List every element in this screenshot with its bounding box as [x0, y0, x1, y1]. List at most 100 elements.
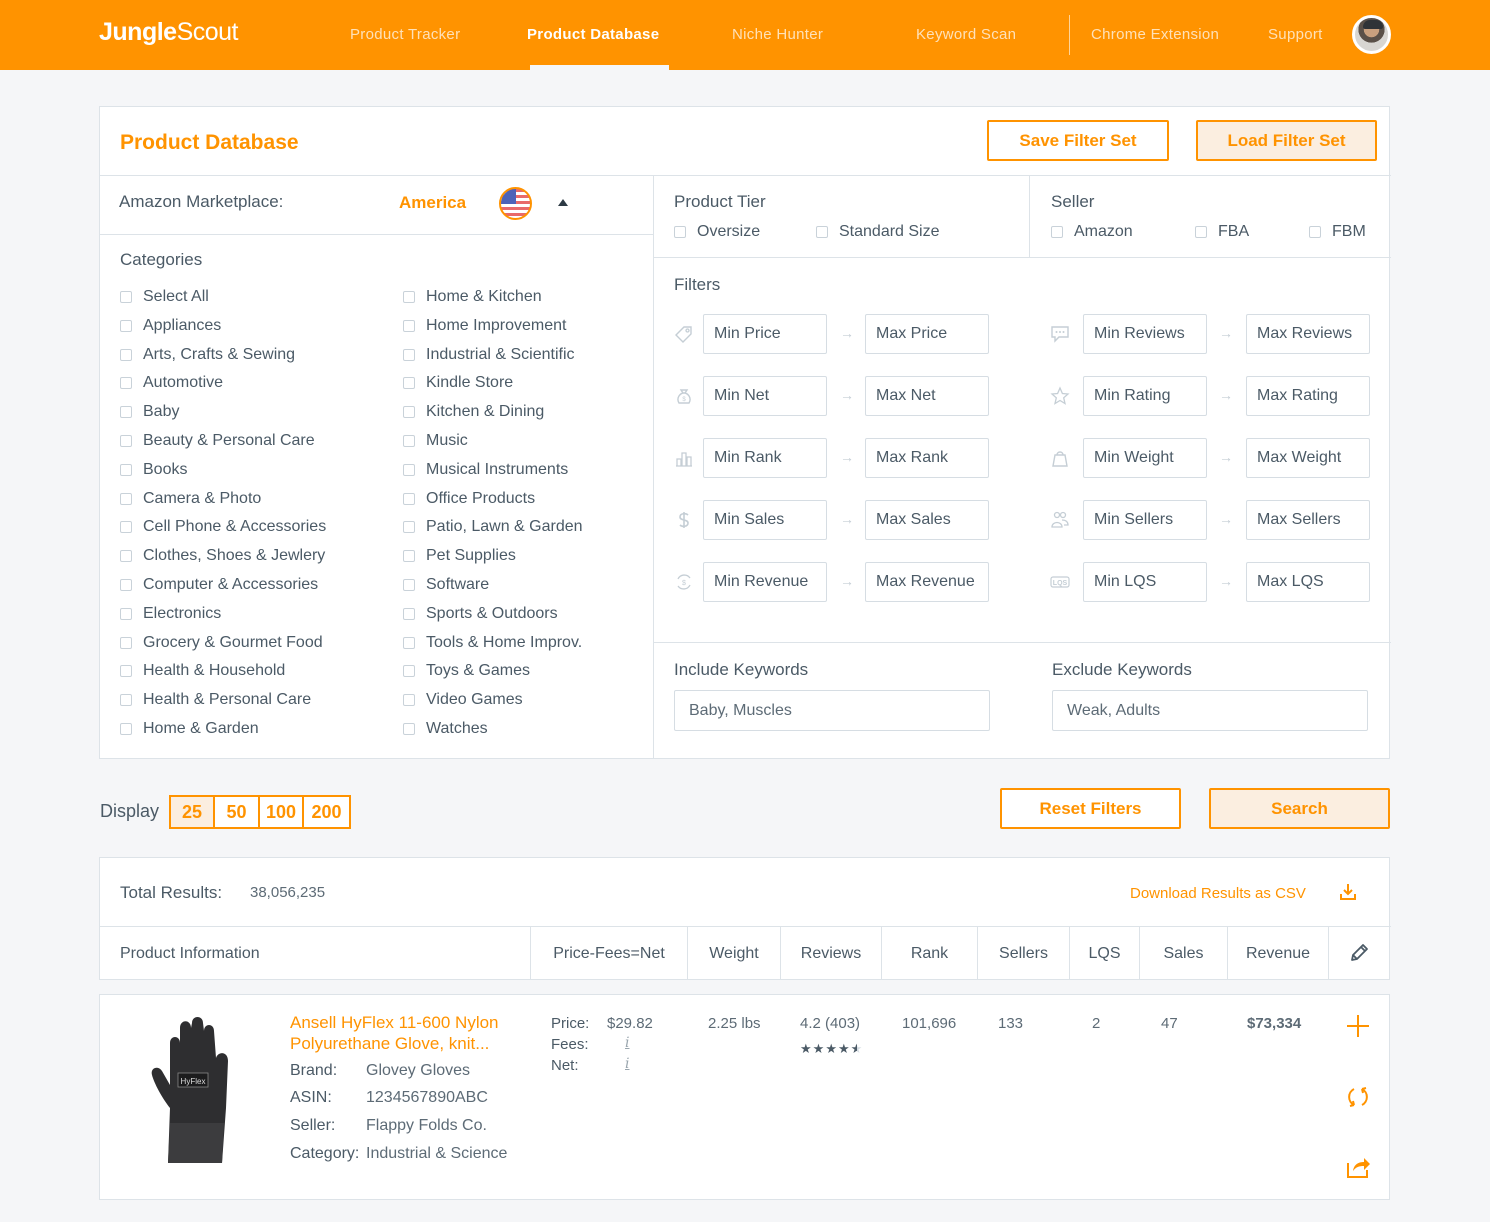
download-csv-link[interactable]: Download Results as CSV: [1130, 885, 1306, 902]
load-filter-set-button[interactable]: Load Filter Set: [1196, 120, 1377, 161]
checkbox-box[interactable]: [403, 377, 415, 390]
category-checkbox-item[interactable]: Kitchen & Dining: [403, 403, 544, 421]
nav-product-database[interactable]: Product Database: [527, 26, 659, 43]
checkbox-box[interactable]: [403, 723, 415, 735]
category-checkbox-item[interactable]: Industrial & Scientific: [403, 346, 575, 364]
checkbox-box[interactable]: [120, 579, 132, 591]
column-header-weight[interactable]: Weight: [688, 927, 781, 980]
fees-info-icon[interactable]: i: [625, 1035, 629, 1051]
checkbox-box[interactable]: [120, 348, 132, 361]
checkbox-box[interactable]: [1051, 226, 1063, 238]
nav-keyword-scan[interactable]: Keyword Scan: [916, 26, 1016, 43]
save-filter-set-button[interactable]: Save Filter Set: [987, 120, 1169, 161]
category-checkbox-item[interactable]: Tools & Home Improv.: [403, 634, 582, 652]
category-checkbox-item[interactable]: Grocery & Gourmet Food: [120, 634, 323, 652]
nav-niche-hunter[interactable]: Niche Hunter: [732, 26, 823, 43]
product-image-glove[interactable]: HyFlex: [148, 1013, 234, 1178]
checkbox-box[interactable]: [816, 226, 828, 238]
checkbox-box[interactable]: [403, 406, 415, 419]
checkbox-box[interactable]: [403, 579, 415, 591]
category-checkbox-item[interactable]: Home Improvement: [403, 317, 567, 335]
category-checkbox-item[interactable]: Health & Personal Care: [120, 691, 311, 709]
category-checkbox-item[interactable]: Toys & Games: [403, 662, 530, 680]
checkbox-box[interactable]: [403, 550, 415, 563]
category-checkbox-item[interactable]: Video Games: [403, 691, 523, 709]
checkbox-box[interactable]: [403, 492, 415, 505]
nav-chrome-extension[interactable]: Chrome Extension: [1091, 26, 1219, 43]
checkbox-box[interactable]: [120, 492, 132, 505]
checkbox-box[interactable]: [403, 291, 415, 303]
column-header-product-information[interactable]: Product Information: [100, 927, 531, 980]
exclude-keywords-input[interactable]: Weak, Adults: [1052, 690, 1368, 731]
us-flag-icon[interactable]: [499, 187, 532, 220]
checkbox-box[interactable]: [403, 665, 415, 678]
column-header-price-fees-net[interactable]: Price-Fees=Net: [531, 927, 688, 980]
category-checkbox-item[interactable]: Computer & Accessories: [120, 576, 318, 594]
checkbox-box[interactable]: [120, 694, 132, 707]
category-checkbox-item[interactable]: Musical Instruments: [403, 461, 568, 479]
checkbox-box[interactable]: [403, 521, 415, 534]
column-header-revenue[interactable]: Revenue: [1228, 927, 1329, 980]
category-checkbox-item[interactable]: Music: [403, 432, 468, 450]
checkbox-box[interactable]: [403, 694, 415, 707]
product-title-line2[interactable]: Polyurethane Glove, knit...: [290, 1034, 489, 1054]
checkbox-oversize[interactable]: Oversize: [674, 223, 760, 241]
category-checkbox-item[interactable]: Software: [403, 576, 489, 594]
checkbox-fbm[interactable]: FBM: [1309, 223, 1366, 241]
nav-support[interactable]: Support: [1268, 26, 1323, 43]
category-checkbox-item[interactable]: Patio, Lawn & Garden: [403, 518, 583, 536]
product-title-line1[interactable]: Ansell HyFlex 11-600 Nylon: [290, 1013, 499, 1033]
filter-min-input[interactable]: Min Sellers: [1083, 500, 1207, 540]
category-checkbox-item[interactable]: Appliances: [120, 317, 221, 335]
filter-max-input[interactable]: Max Rank: [865, 438, 989, 478]
checkbox-box[interactable]: [674, 226, 686, 238]
checkbox-box[interactable]: [120, 463, 132, 476]
filter-max-input[interactable]: Max Sellers: [1246, 500, 1370, 540]
user-avatar[interactable]: [1352, 15, 1391, 54]
checkbox-box[interactable]: [1195, 226, 1207, 238]
category-checkbox-item[interactable]: Books: [120, 461, 187, 479]
column-header-sellers[interactable]: Sellers: [978, 927, 1070, 980]
share-icon[interactable]: [1345, 1153, 1371, 1179]
category-checkbox-item[interactable]: Clothes, Shoes & Jewlery: [120, 547, 325, 565]
add-to-tracker-plus-icon[interactable]: [1345, 1013, 1371, 1039]
filter-min-input[interactable]: Min Sales: [703, 500, 827, 540]
category-checkbox-item[interactable]: Camera & Photo: [120, 490, 261, 508]
filter-min-input[interactable]: Min Rating: [1083, 376, 1207, 416]
category-checkbox-item[interactable]: Kindle Store: [403, 374, 513, 392]
filter-min-input[interactable]: Min Rank: [703, 438, 827, 478]
category-checkbox-item[interactable]: Cell Phone & Accessories: [120, 518, 326, 536]
column-header-reviews[interactable]: Reviews: [781, 927, 882, 980]
filter-max-input[interactable]: Max Weight: [1246, 438, 1370, 478]
category-checkbox-item[interactable]: Home & Kitchen: [403, 288, 542, 306]
checkbox-box[interactable]: [403, 607, 415, 620]
checkbox-box[interactable]: [120, 636, 132, 649]
filter-max-input[interactable]: Max LQS: [1246, 562, 1370, 602]
jungle-scout-logo[interactable]: JungleScout: [99, 18, 239, 47]
filter-min-input[interactable]: Min Weight: [1083, 438, 1207, 478]
checkbox-box[interactable]: [403, 636, 415, 649]
net-info-icon[interactable]: i: [625, 1056, 629, 1072]
filter-max-input[interactable]: Max Reviews: [1246, 314, 1370, 354]
checkbox-box[interactable]: [120, 723, 132, 735]
checkbox-box[interactable]: [403, 463, 415, 476]
column-header-sales[interactable]: Sales: [1140, 927, 1228, 980]
checkbox-box[interactable]: [403, 319, 415, 332]
filter-max-input[interactable]: Max Rating: [1246, 376, 1370, 416]
download-icon[interactable]: [1338, 882, 1358, 902]
edit-columns-pencil-icon[interactable]: [1348, 942, 1370, 964]
category-checkbox-item[interactable]: Electronics: [120, 605, 221, 623]
category-checkbox-item[interactable]: Beauty & Personal Care: [120, 432, 315, 450]
column-header-lqs[interactable]: LQS: [1070, 927, 1140, 980]
checkbox-box[interactable]: [403, 435, 415, 447]
include-keywords-input[interactable]: Baby, Muscles: [674, 690, 990, 731]
checkbox-box[interactable]: [120, 291, 132, 303]
category-checkbox-item[interactable]: Select All: [120, 288, 209, 306]
checkbox-box[interactable]: [120, 521, 132, 534]
filter-max-input[interactable]: Max Revenue: [865, 562, 989, 602]
checkbox-standard-size[interactable]: Standard Size: [816, 223, 940, 241]
display-option-25[interactable]: 25: [171, 797, 215, 827]
category-checkbox-item[interactable]: Health & Household: [120, 662, 285, 680]
checkbox-box[interactable]: [120, 550, 132, 563]
category-checkbox-item[interactable]: Arts, Crafts & Sewing: [120, 346, 295, 364]
